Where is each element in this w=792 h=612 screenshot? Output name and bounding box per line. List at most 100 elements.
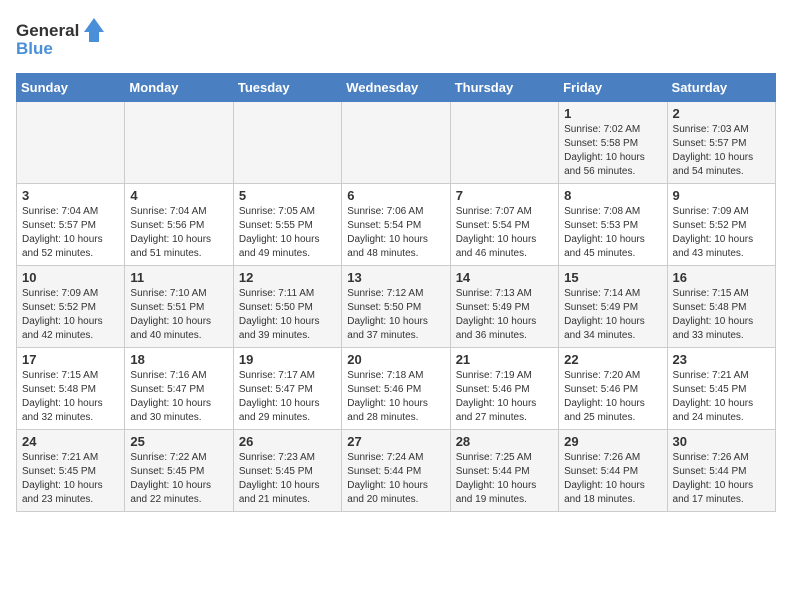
calendar-cell: 3 Sunrise: 7:04 AMSunset: 5:57 PMDayligh…	[17, 184, 125, 266]
calendar-cell: 12 Sunrise: 7:11 AMSunset: 5:50 PMDaylig…	[233, 266, 341, 348]
day-number: 17	[22, 352, 119, 367]
day-number: 26	[239, 434, 336, 449]
day-info: Sunrise: 7:09 AMSunset: 5:52 PMDaylight:…	[673, 206, 754, 259]
day-number: 12	[239, 270, 336, 285]
calendar-cell: 25 Sunrise: 7:22 AMSunset: 5:45 PMDaylig…	[125, 430, 233, 512]
day-info: Sunrise: 7:15 AMSunset: 5:48 PMDaylight:…	[22, 370, 103, 423]
calendar-cell: 6 Sunrise: 7:06 AMSunset: 5:54 PMDayligh…	[342, 184, 450, 266]
page-header: General Blue	[16, 16, 776, 61]
day-info: Sunrise: 7:16 AMSunset: 5:47 PMDaylight:…	[130, 370, 211, 423]
day-number: 9	[673, 188, 770, 203]
day-info: Sunrise: 7:10 AMSunset: 5:51 PMDaylight:…	[130, 288, 211, 341]
logo: General Blue	[16, 16, 106, 61]
logo-svg: General Blue	[16, 16, 106, 61]
calendar-cell: 27 Sunrise: 7:24 AMSunset: 5:44 PMDaylig…	[342, 430, 450, 512]
day-info: Sunrise: 7:14 AMSunset: 5:49 PMDaylight:…	[564, 288, 645, 341]
day-info: Sunrise: 7:11 AMSunset: 5:50 PMDaylight:…	[239, 288, 320, 341]
day-number: 3	[22, 188, 119, 203]
calendar-cell: 17 Sunrise: 7:15 AMSunset: 5:48 PMDaylig…	[17, 348, 125, 430]
calendar-cell	[17, 102, 125, 184]
day-number: 15	[564, 270, 661, 285]
calendar-cell: 8 Sunrise: 7:08 AMSunset: 5:53 PMDayligh…	[559, 184, 667, 266]
day-number: 27	[347, 434, 444, 449]
day-number: 7	[456, 188, 553, 203]
day-info: Sunrise: 7:21 AMSunset: 5:45 PMDaylight:…	[673, 370, 754, 423]
day-number: 13	[347, 270, 444, 285]
day-number: 14	[456, 270, 553, 285]
calendar-cell: 18 Sunrise: 7:16 AMSunset: 5:47 PMDaylig…	[125, 348, 233, 430]
calendar-cell: 23 Sunrise: 7:21 AMSunset: 5:45 PMDaylig…	[667, 348, 775, 430]
day-number: 10	[22, 270, 119, 285]
calendar-cell: 11 Sunrise: 7:10 AMSunset: 5:51 PMDaylig…	[125, 266, 233, 348]
calendar-cell: 20 Sunrise: 7:18 AMSunset: 5:46 PMDaylig…	[342, 348, 450, 430]
weekday-header: Tuesday	[233, 74, 341, 102]
calendar-cell: 1 Sunrise: 7:02 AMSunset: 5:58 PMDayligh…	[559, 102, 667, 184]
calendar-cell: 7 Sunrise: 7:07 AMSunset: 5:54 PMDayligh…	[450, 184, 558, 266]
weekday-header: Saturday	[667, 74, 775, 102]
calendar-cell: 2 Sunrise: 7:03 AMSunset: 5:57 PMDayligh…	[667, 102, 775, 184]
day-number: 28	[456, 434, 553, 449]
calendar-cell: 26 Sunrise: 7:23 AMSunset: 5:45 PMDaylig…	[233, 430, 341, 512]
calendar-week-row: 1 Sunrise: 7:02 AMSunset: 5:58 PMDayligh…	[17, 102, 776, 184]
svg-text:Blue: Blue	[16, 39, 53, 58]
calendar-week-row: 17 Sunrise: 7:15 AMSunset: 5:48 PMDaylig…	[17, 348, 776, 430]
day-info: Sunrise: 7:24 AMSunset: 5:44 PMDaylight:…	[347, 452, 428, 505]
calendar-cell: 22 Sunrise: 7:20 AMSunset: 5:46 PMDaylig…	[559, 348, 667, 430]
calendar-cell	[450, 102, 558, 184]
day-info: Sunrise: 7:25 AMSunset: 5:44 PMDaylight:…	[456, 452, 537, 505]
day-number: 29	[564, 434, 661, 449]
calendar-cell: 14 Sunrise: 7:13 AMSunset: 5:49 PMDaylig…	[450, 266, 558, 348]
svg-text:General: General	[16, 21, 79, 40]
calendar-table: SundayMondayTuesdayWednesdayThursdayFrid…	[16, 73, 776, 512]
day-number: 1	[564, 106, 661, 121]
day-number: 25	[130, 434, 227, 449]
day-info: Sunrise: 7:05 AMSunset: 5:55 PMDaylight:…	[239, 206, 320, 259]
calendar-cell: 24 Sunrise: 7:21 AMSunset: 5:45 PMDaylig…	[17, 430, 125, 512]
calendar-cell: 16 Sunrise: 7:15 AMSunset: 5:48 PMDaylig…	[667, 266, 775, 348]
day-info: Sunrise: 7:23 AMSunset: 5:45 PMDaylight:…	[239, 452, 320, 505]
day-number: 2	[673, 106, 770, 121]
calendar-cell: 10 Sunrise: 7:09 AMSunset: 5:52 PMDaylig…	[17, 266, 125, 348]
day-number: 16	[673, 270, 770, 285]
day-info: Sunrise: 7:12 AMSunset: 5:50 PMDaylight:…	[347, 288, 428, 341]
day-number: 5	[239, 188, 336, 203]
calendar-week-row: 10 Sunrise: 7:09 AMSunset: 5:52 PMDaylig…	[17, 266, 776, 348]
day-number: 22	[564, 352, 661, 367]
weekday-header: Wednesday	[342, 74, 450, 102]
weekday-header: Monday	[125, 74, 233, 102]
calendar-header-row: SundayMondayTuesdayWednesdayThursdayFrid…	[17, 74, 776, 102]
day-info: Sunrise: 7:06 AMSunset: 5:54 PMDaylight:…	[347, 206, 428, 259]
day-number: 8	[564, 188, 661, 203]
day-info: Sunrise: 7:04 AMSunset: 5:56 PMDaylight:…	[130, 206, 211, 259]
day-number: 6	[347, 188, 444, 203]
calendar-cell: 28 Sunrise: 7:25 AMSunset: 5:44 PMDaylig…	[450, 430, 558, 512]
weekday-header: Thursday	[450, 74, 558, 102]
day-number: 30	[673, 434, 770, 449]
weekday-header: Friday	[559, 74, 667, 102]
day-number: 4	[130, 188, 227, 203]
day-number: 20	[347, 352, 444, 367]
day-info: Sunrise: 7:08 AMSunset: 5:53 PMDaylight:…	[564, 206, 645, 259]
calendar-cell	[342, 102, 450, 184]
calendar-cell	[125, 102, 233, 184]
calendar-week-row: 3 Sunrise: 7:04 AMSunset: 5:57 PMDayligh…	[17, 184, 776, 266]
calendar-cell: 15 Sunrise: 7:14 AMSunset: 5:49 PMDaylig…	[559, 266, 667, 348]
day-number: 11	[130, 270, 227, 285]
day-info: Sunrise: 7:17 AMSunset: 5:47 PMDaylight:…	[239, 370, 320, 423]
day-number: 19	[239, 352, 336, 367]
calendar-cell: 9 Sunrise: 7:09 AMSunset: 5:52 PMDayligh…	[667, 184, 775, 266]
day-number: 21	[456, 352, 553, 367]
calendar-cell: 4 Sunrise: 7:04 AMSunset: 5:56 PMDayligh…	[125, 184, 233, 266]
calendar-cell: 30 Sunrise: 7:26 AMSunset: 5:44 PMDaylig…	[667, 430, 775, 512]
calendar-week-row: 24 Sunrise: 7:21 AMSunset: 5:45 PMDaylig…	[17, 430, 776, 512]
day-info: Sunrise: 7:02 AMSunset: 5:58 PMDaylight:…	[564, 124, 645, 177]
day-number: 18	[130, 352, 227, 367]
day-info: Sunrise: 7:04 AMSunset: 5:57 PMDaylight:…	[22, 206, 103, 259]
day-info: Sunrise: 7:22 AMSunset: 5:45 PMDaylight:…	[130, 452, 211, 505]
day-info: Sunrise: 7:26 AMSunset: 5:44 PMDaylight:…	[673, 452, 754, 505]
weekday-header: Sunday	[17, 74, 125, 102]
calendar-cell: 29 Sunrise: 7:26 AMSunset: 5:44 PMDaylig…	[559, 430, 667, 512]
day-info: Sunrise: 7:15 AMSunset: 5:48 PMDaylight:…	[673, 288, 754, 341]
day-number: 24	[22, 434, 119, 449]
day-info: Sunrise: 7:20 AMSunset: 5:46 PMDaylight:…	[564, 370, 645, 423]
